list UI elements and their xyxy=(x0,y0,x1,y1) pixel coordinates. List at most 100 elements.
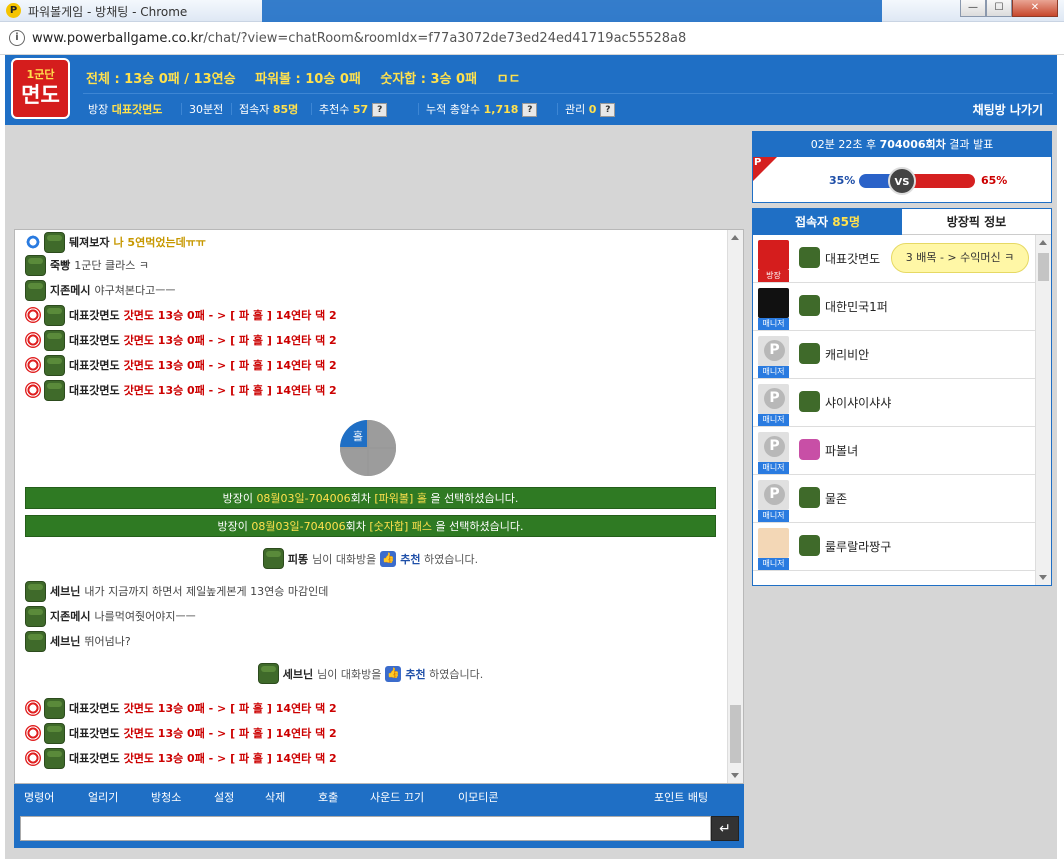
chat-nick[interactable]: 죽빵 xyxy=(50,257,70,273)
role-tag: 매니저 xyxy=(758,318,789,330)
clear-room-button[interactable]: 방청소 xyxy=(151,789,181,805)
result-header-text: 결과 발표 xyxy=(945,138,994,151)
chat-text: 나 5연먹었는데ㅠㅠ xyxy=(113,236,206,249)
manage-help-button[interactable]: ? xyxy=(600,103,616,117)
emoticon-button[interactable]: 이모티콘 xyxy=(458,789,498,805)
level-badge-icon xyxy=(25,254,46,276)
manage-info: 관리 0? xyxy=(565,101,616,117)
level-badge-icon xyxy=(799,343,820,364)
chat-nick[interactable]: 세브닌 xyxy=(50,583,80,599)
delete-button[interactable]: 삭제 xyxy=(265,789,285,805)
chat-text: 나를먹여줫어야지ㅡㅡ xyxy=(94,610,196,623)
url-text[interactable]: www.powerballgame.co.kr/chat/?view=chatR… xyxy=(32,31,686,46)
scroll-down-icon[interactable] xyxy=(1039,575,1047,580)
user-name[interactable]: 대표갓면도 xyxy=(825,250,880,267)
notice-text: 회차 xyxy=(350,492,375,505)
chat-text: 갓면도 13승 0패 - > [ 파 홀 ] 14연타 댁 2 xyxy=(123,309,337,322)
command-button[interactable]: 명령어 xyxy=(24,789,54,805)
avatar xyxy=(758,336,789,366)
chat-nick[interactable]: 대표갓면도 xyxy=(69,332,120,348)
notice-pick: [파워볼] 홀 xyxy=(374,492,427,505)
recommend-info: 추천수 57? xyxy=(319,101,388,117)
exit-chat-button[interactable]: 채팅방 나가기 xyxy=(973,101,1043,118)
level-badge-icon xyxy=(799,295,820,316)
result-panel: 02분 22초 후 704006회차 결과 발표 P 35% VS 65% xyxy=(752,131,1052,203)
chat-nick[interactable]: 세브닌 xyxy=(50,633,80,649)
chat-nick[interactable]: 뒈져보자 xyxy=(69,234,109,250)
p-letter: P xyxy=(754,157,762,168)
user-row[interactable]: 매니저 룰루랄라짱구 xyxy=(753,523,1035,571)
chat-nick[interactable]: 대표갓면도 xyxy=(69,382,120,398)
user-name[interactable]: 룰루랄라짱구 xyxy=(825,538,891,555)
address-bar[interactable]: i www.powerballgame.co.kr/chat/?view=cha… xyxy=(0,23,1064,55)
user-row[interactable]: 매니저 대한민국1퍼 xyxy=(753,283,1035,331)
chat-message: 대표갓면도 갓면도 13승 0패 - > [ 파 홀 ] 14연타 댁 2 xyxy=(25,697,337,719)
chat-text: 갓면도 13승 0패 - > [ 파 홀 ] 14연타 댁 2 xyxy=(123,702,337,715)
chat-nick[interactable]: 대표갓면도 xyxy=(69,307,120,323)
level-badge-icon xyxy=(799,247,820,268)
chat-nick[interactable]: 대표갓면도 xyxy=(69,725,120,741)
user-list-scrollbar[interactable] xyxy=(1035,235,1051,585)
user-name[interactable]: 파볼녀 xyxy=(825,442,858,459)
chat-input[interactable] xyxy=(20,816,711,841)
user-row[interactable]: 매니저 물존 xyxy=(753,475,1035,523)
chat-message: 대표갓면도 갓면도 13승 0패 - > [ 파 홀 ] 14연타 댁 2 xyxy=(25,747,337,769)
user-name[interactable]: 대한민국1퍼 xyxy=(825,298,888,315)
info-icon[interactable]: i xyxy=(9,30,25,46)
recommend-nick[interactable]: 피똥 xyxy=(288,551,308,567)
left-percent: 35% xyxy=(829,174,856,187)
chat-scrollbar[interactable] xyxy=(727,230,743,783)
divider xyxy=(181,103,182,115)
user-name[interactable]: 물존 xyxy=(825,490,847,507)
close-button[interactable]: ✕ xyxy=(1012,0,1058,17)
tab-users[interactable]: 접속자 85명 xyxy=(753,209,902,235)
settings-button[interactable]: 설정 xyxy=(214,789,234,805)
chat-message: 대표갓면도 갓면도 13승 0패 - > [ 파 홀 ] 14연타 댁 2 xyxy=(25,329,337,351)
chat-nick[interactable]: 지존메시 xyxy=(50,282,90,298)
sound-off-button[interactable]: 사운드 끄기 xyxy=(370,789,424,805)
result-countdown: 02분 22초 후 xyxy=(810,138,880,151)
recommend-help-button[interactable]: ? xyxy=(372,103,388,117)
freeze-button[interactable]: 얼리기 xyxy=(88,789,118,805)
scroll-up-icon[interactable] xyxy=(731,235,739,240)
rank-icon xyxy=(25,234,41,250)
rank-icon xyxy=(25,307,41,323)
user-row[interactable]: 방장 대표갓면도 3 배목 - > 수익머신 ㅋ xyxy=(753,235,1035,283)
vs-icon: VS xyxy=(888,167,916,195)
chat-text: 갓면도 13승 0패 - > [ 파 홀 ] 14연타 댁 2 xyxy=(123,752,337,765)
chat-nick[interactable]: 대표갓면도 xyxy=(69,700,120,716)
tab-host-pick[interactable]: 방장픽 정보 xyxy=(902,209,1051,235)
point-betting-button[interactable]: 포인트 배팅 xyxy=(654,789,708,805)
divider xyxy=(231,103,232,115)
host-name[interactable]: 대표갓면도 xyxy=(112,103,163,116)
scroll-thumb[interactable] xyxy=(1038,253,1049,281)
chat-text: 갓면도 13승 0패 - > [ 파 홀 ] 14연타 댁 2 xyxy=(123,334,337,347)
stat-numbersum: 숫자합 : 3승 0패 xyxy=(380,72,478,87)
scroll-down-icon[interactable] xyxy=(731,773,739,778)
send-enter-icon[interactable]: ↵ xyxy=(711,816,739,841)
role-tag: 매니저 xyxy=(758,414,789,426)
scroll-up-icon[interactable] xyxy=(1039,240,1047,245)
recommend-nick[interactable]: 세브닌 xyxy=(283,666,313,682)
chat-nick[interactable]: 대표갓면도 xyxy=(69,357,120,373)
chat-text: 1군단 클라스 ㅋ xyxy=(74,259,149,272)
chat-nick[interactable]: 대표갓면도 xyxy=(69,750,120,766)
scroll-thumb[interactable] xyxy=(730,705,741,763)
user-row[interactable]: 매니저 파볼녀 xyxy=(753,427,1035,475)
user-name[interactable]: 캐리비안 xyxy=(825,346,869,363)
chat-message: 대표갓면도 갓면도 13승 0패 - > [ 파 홀 ] 14연타 댁 2 xyxy=(25,379,337,401)
chat-message: 뒈져보자 나 5연먹었는데ㅠㅠ xyxy=(25,231,206,253)
maximize-button[interactable]: ☐ xyxy=(986,0,1012,17)
user-row[interactable]: 매니저 캐리비안 xyxy=(753,331,1035,379)
minimize-button[interactable]: — xyxy=(960,0,986,17)
chat-text: 갓면도 13승 0패 - > [ 파 홀 ] 14연타 댁 2 xyxy=(123,384,337,397)
chat-message: 대표갓면도 갓면도 13승 0패 - > [ 파 홀 ] 14연타 댁 2 xyxy=(25,354,337,376)
chat-nick[interactable]: 지존메시 xyxy=(50,608,90,624)
user-row[interactable]: 매니저 샤이샤이샤샤 xyxy=(753,379,1035,427)
recommend-notice: 피똥 님이 대화방을 👍 추천 하였습니다. xyxy=(15,548,726,572)
user-name[interactable]: 샤이샤이샤샤 xyxy=(825,394,891,411)
cumulative-help-button[interactable]: ? xyxy=(522,103,538,117)
powerball-app-icon: P xyxy=(6,3,21,18)
result-round: 704006회차 xyxy=(879,138,946,151)
call-button[interactable]: 호출 xyxy=(318,789,338,805)
